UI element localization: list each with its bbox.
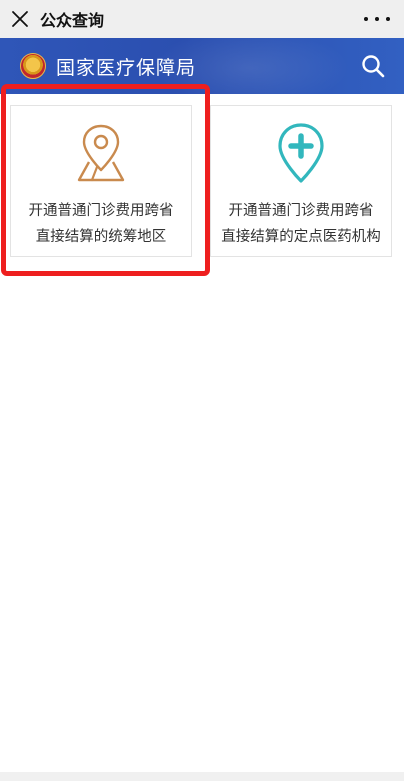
card-label-line2: 直接结算的统筹地区 — [35, 229, 167, 245]
close-icon — [12, 11, 28, 27]
national-emblem-icon — [20, 53, 46, 79]
card-label-line1: 开通普通门诊费用跨省 — [28, 203, 174, 219]
card-coordinated-regions[interactable]: 开通普通门诊费用跨省 直接结算的统筹地区 — [10, 105, 192, 257]
more-options-button[interactable] — [364, 8, 390, 30]
map-pin-icon — [77, 124, 125, 182]
search-icon[interactable] — [360, 53, 386, 79]
card-label-line2: 直接结算的定点医药机构 — [221, 229, 381, 245]
banner-title: 国家医疗保障局 — [56, 56, 197, 79]
top-nav-bar: 公众查询 — [0, 0, 404, 38]
card-designated-institutions[interactable]: 开通普通门诊费用跨省 直接结算的定点医药机构 — [210, 105, 392, 257]
more-dots-icon — [364, 17, 368, 21]
close-button[interactable] — [0, 0, 40, 38]
location-plus-icon — [278, 123, 324, 183]
main-content: 开通普通门诊费用跨省 直接结算的统筹地区 开通普通门诊费用跨省 直接结算的定点医… — [0, 94, 404, 781]
header-banner: 国家医疗保障局 — [0, 38, 404, 94]
card-label-line1: 开通普通门诊费用跨省 — [228, 203, 374, 219]
bottom-edge — [0, 772, 404, 781]
page-title: 公众查询 — [40, 11, 105, 30]
